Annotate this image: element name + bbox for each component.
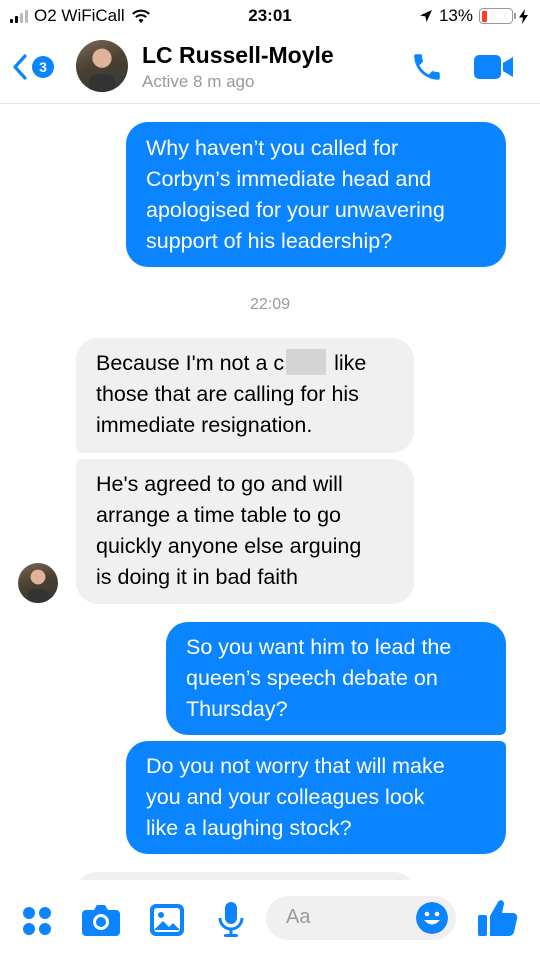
- video-camera-icon[interactable]: [474, 54, 514, 80]
- contact-active-status: Active 8 m ago: [142, 72, 255, 91]
- apps-icon[interactable]: [22, 906, 52, 936]
- message-bubble-outgoing[interactable]: Do you not worry that will make you and …: [126, 741, 506, 854]
- thumbs-up-icon[interactable]: [478, 898, 518, 938]
- message-line: arrange a time table to go: [96, 503, 342, 527]
- charging-bolt-icon: [519, 8, 528, 24]
- status-bar: O2 WiFiCall 23:01 13%: [0, 0, 540, 34]
- message-line: Why haven’t you called for: [146, 136, 399, 160]
- contact-avatar[interactable]: [76, 40, 128, 92]
- message-bubble-incoming[interactable]: He's agreed to go and will arrange a tim…: [76, 459, 414, 604]
- message-line: Because I'm not a c like: [96, 348, 394, 379]
- message-bubble-incoming[interactable]: Because I'm not a c like those that are …: [76, 338, 414, 453]
- message-line: Corbyn’s immediate head and: [146, 167, 432, 191]
- redaction-block: [286, 349, 327, 375]
- message-line: support of his leadership?: [146, 229, 393, 253]
- message-line: Thursday?: [186, 697, 288, 721]
- battery-percent: 13%: [438, 6, 473, 25]
- message-line: queen’s speech debate on: [186, 666, 438, 690]
- message-composer: [0, 880, 540, 960]
- message-line: So you want him to lead the: [186, 635, 452, 659]
- message-bubble-outgoing[interactable]: So you want him to lead the queen’s spee…: [166, 622, 506, 735]
- message-bubble-outgoing[interactable]: Why haven’t you called for Corbyn’s imme…: [126, 122, 506, 267]
- conversation-header: 3 LC Russell-Moyle Active 8 m ago: [0, 34, 540, 104]
- status-right: 13%: [419, 6, 528, 26]
- message-line: Do you not worry that will make: [146, 754, 445, 778]
- message-line: those that are calling for his: [96, 382, 359, 406]
- message-line: He's agreed to go and will: [96, 472, 343, 496]
- camera-icon[interactable]: [82, 904, 120, 936]
- microphone-icon[interactable]: [218, 902, 244, 938]
- battery-icon: [479, 8, 516, 24]
- message-line: quickly anyone else arguing: [96, 534, 362, 558]
- message-line: you and your colleagues look: [146, 785, 425, 809]
- message-timestamp: 22:09: [249, 296, 291, 313]
- sender-avatar[interactable]: [18, 563, 58, 603]
- message-line: is doing it in bad faith: [96, 565, 298, 589]
- emoji-icon[interactable]: [416, 902, 448, 934]
- chevron-left-icon: [13, 54, 27, 80]
- phone-icon[interactable]: [410, 50, 444, 84]
- location-arrow-icon: [419, 10, 432, 22]
- message-input[interactable]: [286, 906, 406, 929]
- message-text: Because I'm not a c: [96, 351, 285, 375]
- gallery-icon[interactable]: [150, 904, 184, 936]
- message-line: apologised for your unwavering: [146, 198, 445, 222]
- contact-name[interactable]: LC Russell-Moyle: [142, 42, 334, 69]
- unread-count-badge: 3: [32, 56, 54, 78]
- message-line: immediate resignation.: [96, 413, 313, 437]
- back-button[interactable]: 3: [12, 54, 54, 80]
- message-line: like a laughing stock?: [146, 816, 352, 840]
- message-text: like: [328, 351, 367, 375]
